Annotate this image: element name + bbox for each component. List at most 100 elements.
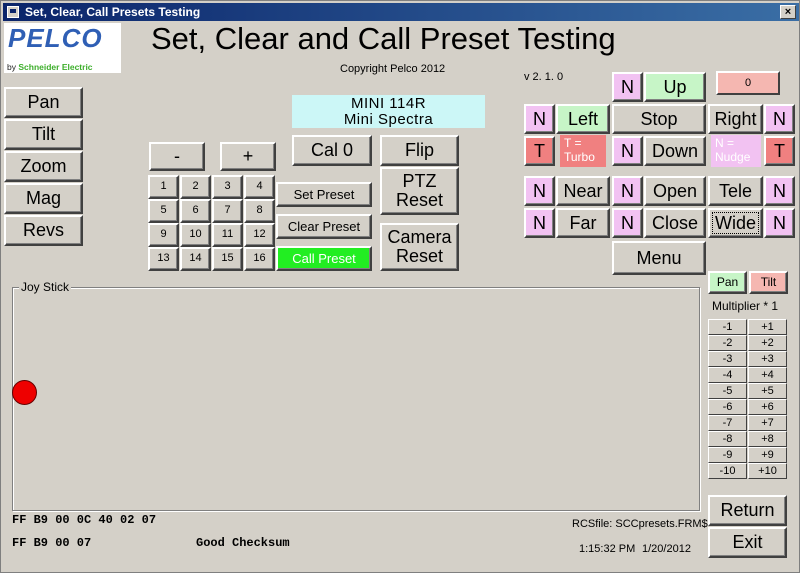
multiplier-minus-5[interactable]: -5 <box>708 383 747 399</box>
multiplier-minus-4[interactable]: -4 <box>708 367 747 383</box>
tilt-button[interactable]: Tilt <box>4 119 83 150</box>
preset-key-15[interactable]: 15 <box>212 247 243 271</box>
cal-0-button[interactable]: Cal 0 <box>292 135 372 166</box>
tele-nudge-button[interactable]: N <box>764 176 795 206</box>
far-nudge-button[interactable]: N <box>524 208 555 238</box>
left-turbo-button[interactable]: T <box>524 136 555 166</box>
camera-reset-label-2: Reset <box>395 246 444 266</box>
ptz-reset-label-1: PTZ <box>402 171 437 192</box>
multiplier-minus-6[interactable]: -6 <box>708 399 747 415</box>
zoom-button[interactable]: Zoom <box>4 151 83 182</box>
menu-button[interactable]: Menu <box>612 241 706 275</box>
multiplier-plus-9[interactable]: +9 <box>748 447 787 463</box>
joystick-area[interactable] <box>12 287 700 511</box>
pan-button[interactable]: Pan <box>4 87 83 118</box>
call-preset-button[interactable]: Call Preset <box>276 246 372 271</box>
preset-key-7[interactable]: 7 <box>212 199 243 223</box>
multiplier-plus-7[interactable]: +7 <box>748 415 787 431</box>
mag-button[interactable]: Mag <box>4 183 83 214</box>
preset-key-10[interactable]: 10 <box>180 223 211 247</box>
nudge-legend-1: N = <box>715 136 735 151</box>
close-iris-button[interactable]: Close <box>644 208 706 238</box>
preset-key-1[interactable]: 1 <box>148 175 179 199</box>
multiplier-row: -8 +8 <box>708 431 788 447</box>
open-nudge-button[interactable]: N <box>612 176 643 206</box>
clear-preset-button[interactable]: Clear Preset <box>276 214 372 239</box>
down-nudge-button[interactable]: N <box>612 136 643 166</box>
status-time: 1:15:32 PM <box>579 543 636 555</box>
down-button[interactable]: Down <box>644 136 706 166</box>
app-icon <box>7 6 19 18</box>
right-button[interactable]: Right <box>708 104 763 134</box>
multiplier-plus-2[interactable]: +2 <box>748 335 787 351</box>
multiplier-plus-1[interactable]: +1 <box>748 319 787 335</box>
multiplier-plus-8[interactable]: +8 <box>748 431 787 447</box>
wide-nudge-button[interactable]: N <box>764 208 795 238</box>
multiplier-plus-10[interactable]: +10 <box>748 463 787 479</box>
multiplier-plus-3[interactable]: +3 <box>748 351 787 367</box>
preset-key-13[interactable]: 13 <box>148 247 179 271</box>
multiplier-plus-4[interactable]: +4 <box>748 367 787 383</box>
counter-display: 0 <box>716 71 780 95</box>
device-info: MINI 114R Mini Spectra <box>292 95 485 128</box>
preset-key-14[interactable]: 14 <box>180 247 211 271</box>
multiplier-minus-3[interactable]: -3 <box>708 351 747 367</box>
joystick-handle[interactable] <box>12 380 37 405</box>
flip-button[interactable]: Flip <box>380 135 459 166</box>
left-nudge-button[interactable]: N <box>524 104 555 134</box>
status-date: 1/20/2012 <box>642 543 691 555</box>
preset-key-3[interactable]: 3 <box>212 175 243 199</box>
up-button[interactable]: Up <box>644 72 706 102</box>
multiplier-plus-6[interactable]: +6 <box>748 399 787 415</box>
preset-key-12[interactable]: 12 <box>244 223 275 247</box>
pan-multiplier-toggle[interactable]: Pan <box>708 271 747 294</box>
ptz-reset-label-2: Reset <box>395 190 444 210</box>
joystick-label: Joy Stick <box>19 280 72 294</box>
close-nudge-button[interactable]: N <box>612 208 643 238</box>
multiplier-minus-10[interactable]: -10 <box>708 463 747 479</box>
camera-reset-label-1: Camera <box>387 227 452 248</box>
preset-key-2[interactable]: 2 <box>180 175 211 199</box>
multiplier-minus-1[interactable]: -1 <box>708 319 747 335</box>
version-text: v 2. 1. 0 <box>524 71 564 83</box>
multiplier-label: Multiplier * 1 <box>712 299 779 313</box>
ptz-reset-button[interactable]: PTZ Reset <box>380 167 459 215</box>
preset-key-6[interactable]: 6 <box>180 199 211 223</box>
preset-key-9[interactable]: 9 <box>148 223 179 247</box>
multiplier-minus-8[interactable]: -8 <box>708 431 747 447</box>
revs-button[interactable]: Revs <box>4 215 83 246</box>
stop-button[interactable]: Stop <box>612 104 706 134</box>
up-nudge-button[interactable]: N <box>612 72 643 102</box>
far-button[interactable]: Far <box>556 208 610 238</box>
left-button[interactable]: Left <box>556 104 610 134</box>
multiplier-row: -7 +7 <box>708 415 788 431</box>
preset-key-16[interactable]: 16 <box>244 247 275 271</box>
tele-button[interactable]: Tele <box>708 176 763 206</box>
preset-key-5[interactable]: 5 <box>148 199 179 223</box>
preset-key-11[interactable]: 11 <box>212 223 243 247</box>
right-nudge-button[interactable]: N <box>764 104 795 134</box>
multiplier-plus-5[interactable]: +5 <box>748 383 787 399</box>
preset-key-4[interactable]: 4 <box>244 175 275 199</box>
multiplier-minus-7[interactable]: -7 <box>708 415 747 431</box>
wide-button[interactable]: Wide <box>708 208 763 238</box>
exit-button[interactable]: Exit <box>708 527 787 558</box>
near-button[interactable]: Near <box>556 176 610 206</box>
tilt-multiplier-toggle[interactable]: Tilt <box>749 271 788 294</box>
open-button[interactable]: Open <box>644 176 706 206</box>
preset-key-8[interactable]: 8 <box>244 199 275 223</box>
multiplier-minus-9[interactable]: -9 <box>708 447 747 463</box>
command-line-1: FF B9 00 0C 40 02 07 <box>12 513 157 527</box>
return-button[interactable]: Return <box>708 495 787 526</box>
pelco-logo: PELCO by Schneider Electric <box>4 23 121 73</box>
decrement-button[interactable]: - <box>149 142 205 171</box>
increment-button[interactable]: + <box>220 142 276 171</box>
multiplier-row: -9 +9 <box>708 447 788 463</box>
set-preset-button[interactable]: Set Preset <box>276 182 372 207</box>
right-turbo-button[interactable]: T <box>764 136 795 166</box>
multiplier-minus-2[interactable]: -2 <box>708 335 747 351</box>
multiplier-row: -4 +4 <box>708 367 788 383</box>
close-button[interactable]: × <box>780 5 796 19</box>
near-nudge-button[interactable]: N <box>524 176 555 206</box>
camera-reset-button[interactable]: Camera Reset <box>380 223 459 271</box>
